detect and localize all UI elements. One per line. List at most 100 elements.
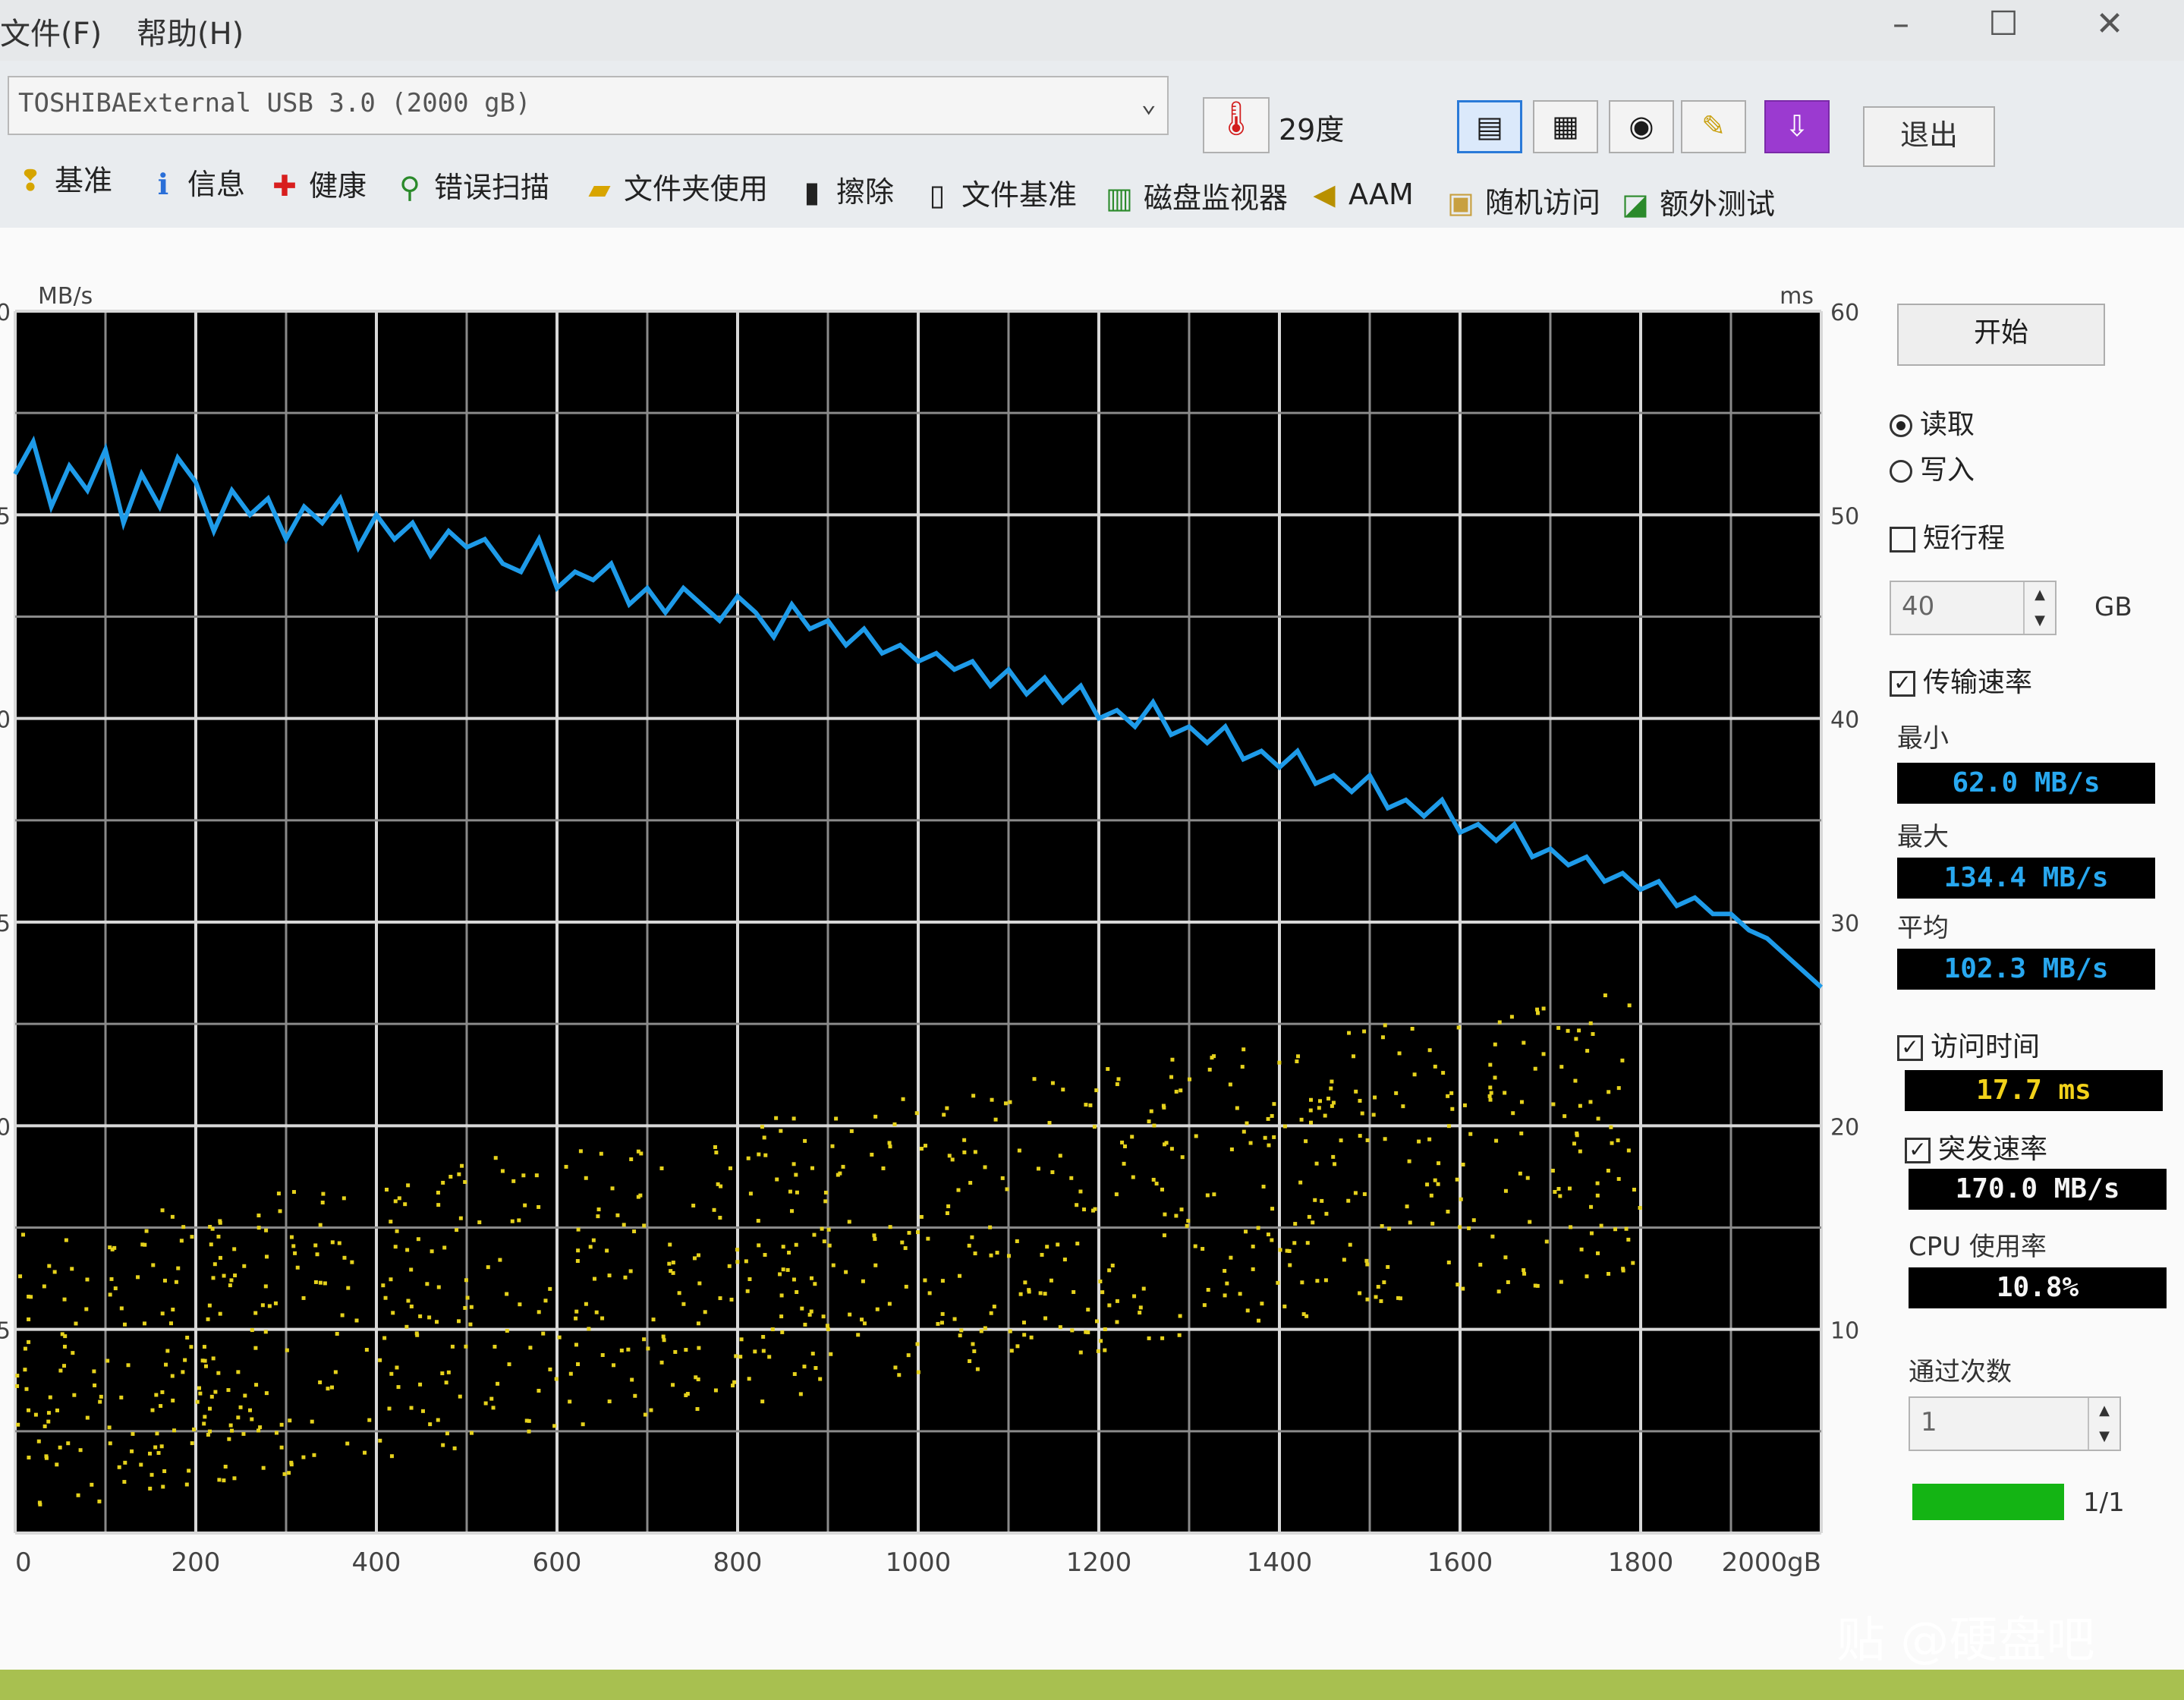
access-time-point: [862, 1321, 867, 1326]
access-time-point: [574, 1343, 578, 1347]
tab-info[interactable]: ℹ 信息: [148, 161, 245, 203]
access-time-point: [903, 1246, 908, 1251]
passes-stepper[interactable]: 1 ▲ ▼: [1909, 1396, 2121, 1451]
stepper-arrows-icon[interactable]: ▲ ▼: [2088, 1398, 2119, 1450]
access-time-point: [74, 1321, 78, 1326]
radio-checked-icon: [1890, 414, 1912, 437]
access-time-point: [1314, 1161, 1319, 1166]
access-time-point: [661, 1334, 666, 1339]
access-time-point: [389, 1454, 394, 1459]
access-time-point: [1202, 1303, 1207, 1308]
access-time-point: [126, 1363, 131, 1368]
transfer-rate-checkbox[interactable]: ✓ 传输速率: [1890, 660, 2032, 700]
access-time-point: [301, 1295, 306, 1300]
access-time-point: [52, 1270, 57, 1274]
tab-random-access[interactable]: ▣ 随机访问: [1446, 179, 1600, 221]
access-time-point: [84, 1307, 89, 1311]
access-time-point: [1320, 1198, 1324, 1203]
access-time-point: [1606, 1168, 1610, 1173]
access-time-point: [1022, 1333, 1027, 1337]
access-time-point: [350, 1260, 354, 1264]
access-time-point: [989, 1311, 993, 1315]
x-tick-label: 200: [172, 1547, 221, 1578]
access-time-point: [42, 1424, 47, 1428]
access-time-point: [1354, 1089, 1358, 1094]
access-time-point: [414, 1331, 419, 1336]
access-time-point: [404, 1324, 409, 1329]
access-time-point: [218, 1311, 222, 1316]
access-time-point: [168, 1321, 173, 1326]
access-time-point: [90, 1482, 94, 1487]
menu-file[interactable]: 文件(F): [0, 9, 102, 53]
tab-file-benchmark[interactable]: ▯ 文件基准: [922, 172, 1077, 213]
access-time-point: [483, 1401, 488, 1406]
access-time-point: [578, 1149, 583, 1154]
access-time-point: [1266, 1232, 1270, 1237]
access-time-point: [732, 1380, 737, 1384]
progress-bar: [1912, 1484, 2064, 1520]
benchmark-icon: ❢: [18, 164, 42, 197]
access-time-point: [212, 1262, 217, 1267]
access-time-point: [441, 1443, 445, 1447]
access-time-point: [576, 1362, 581, 1367]
access-time-point: [1130, 1135, 1134, 1139]
access-time-point: [1371, 1113, 1376, 1117]
stepper-arrows-icon[interactable]: ▲ ▼: [2023, 582, 2055, 634]
access-time-point: [576, 1248, 581, 1253]
access-time-point: [552, 1424, 557, 1428]
start-button[interactable]: 开始: [1897, 304, 2105, 366]
tab-extra-tests[interactable]: ◪ 额外测试: [1620, 181, 1775, 222]
access-time-point: [441, 1180, 445, 1185]
read-radio[interactable]: 读取: [1890, 402, 1975, 442]
access-time-point: [1115, 1299, 1119, 1303]
access-time-point: [712, 1207, 716, 1212]
short-stroke-checkbox[interactable]: 短行程: [1890, 516, 2005, 556]
access-time-point: [1210, 1056, 1214, 1060]
drive-select[interactable]: TOSHIBAExternal USB 3.0 (2000 gB) ⌄: [8, 76, 1169, 135]
access-time-point: [1525, 1176, 1530, 1180]
access-time-point: [1362, 1029, 1367, 1034]
tab-disk-monitor[interactable]: ▥ 磁盘监视器: [1104, 175, 1288, 216]
access-time-point: [190, 1235, 194, 1239]
access-time-point: [469, 1431, 474, 1435]
access-time-point: [229, 1278, 234, 1283]
minimize-button[interactable]: –: [1874, 5, 1928, 50]
access-time-point: [72, 1393, 77, 1397]
access-time-point: [378, 1438, 382, 1443]
tab-health[interactable]: ✚ 健康: [269, 162, 367, 204]
access-time-point: [691, 1204, 696, 1208]
close-button[interactable]: ✕: [2083, 5, 2136, 50]
menu-help[interactable]: 帮助(H): [137, 9, 244, 53]
maximize-button[interactable]: ☐: [1977, 5, 2030, 50]
tab-benchmark[interactable]: ❢ 基准: [15, 157, 112, 199]
tab-erase[interactable]: ▮ 擦除: [797, 168, 894, 210]
access-time-point: [301, 1455, 306, 1459]
access-time-point: [873, 1263, 878, 1267]
access-time-point: [1551, 1102, 1556, 1107]
short-stroke-stepper[interactable]: 40 ▲ ▼: [1890, 581, 2057, 635]
access-time-point: [1282, 1124, 1287, 1129]
tab-aam[interactable]: ◀ AAM: [1309, 178, 1413, 211]
burst-rate-checkbox[interactable]: ✓ 突发速率: [1905, 1127, 2047, 1166]
access-time-point: [958, 1273, 962, 1278]
access-time-point: [623, 1275, 628, 1280]
access-time-point: [881, 1166, 886, 1170]
access-time-point: [211, 1276, 216, 1280]
access-time-point: [554, 1377, 559, 1381]
access-time-point: [1287, 1248, 1292, 1253]
access-time-point: [468, 1322, 473, 1327]
tab-folder-usage[interactable]: ▰ 文件夹使用: [584, 165, 768, 207]
access-time-point: [615, 1213, 620, 1217]
access-time-point: [950, 1157, 955, 1162]
write-radio[interactable]: 写入: [1890, 448, 1975, 487]
tab-error-scan[interactable]: ⚲ 错误扫描: [395, 164, 549, 206]
access-time-point: [803, 1322, 807, 1327]
access-time-point: [409, 1406, 414, 1410]
access-time-point: [718, 1216, 722, 1220]
access-time-point: [1223, 1269, 1227, 1273]
access-time-point: [1518, 1171, 1522, 1176]
access-time-checkbox[interactable]: ✓ 访问时间: [1897, 1025, 2040, 1064]
access-time-point: [189, 1345, 194, 1349]
access-time-point: [1075, 1242, 1080, 1246]
access-time-point: [1267, 1143, 1271, 1148]
